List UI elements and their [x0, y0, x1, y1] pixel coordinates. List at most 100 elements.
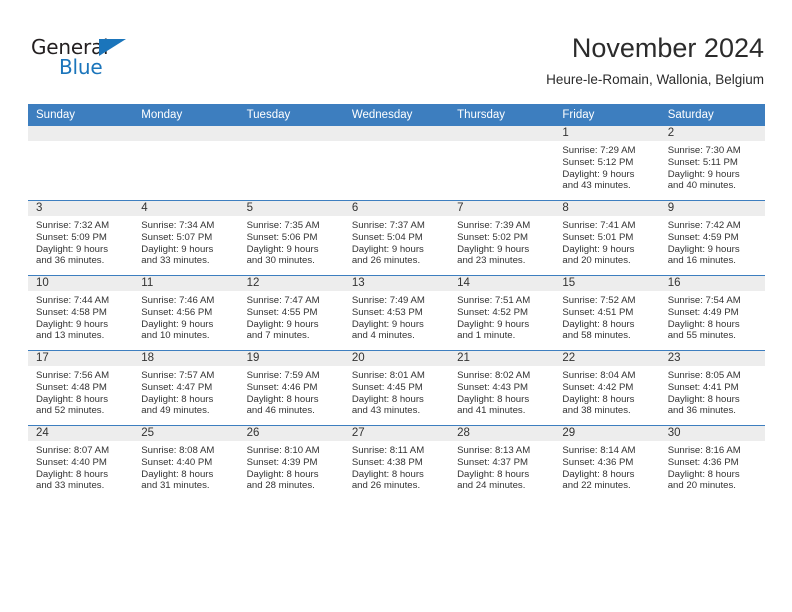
- sunset-text: Sunset: 4:56 PM: [141, 306, 213, 318]
- daylight-text-line2: and 24 minutes.: [457, 480, 526, 492]
- day-details: Sunrise: 7:41 AM Sunset: 5:01 PM Daylight:…: [554, 216, 659, 267]
- sunset-text: Sunset: 5:02 PM: [457, 231, 529, 243]
- day-number: 19: [238, 351, 344, 366]
- daylight-text-line1: Daylight: 9 hours: [141, 318, 214, 330]
- daylight-text-line2: and 26 minutes.: [351, 480, 421, 492]
- daylight-text-line2: and 13 minutes.: [36, 330, 105, 342]
- sunrise-text: Sunrise: 8:16 AM: [667, 445, 741, 456]
- calendar-day-cell[interactable]: 24 Sunrise: 8:07 AM Sunset: 4:40 PM Dayligh…: [28, 425, 134, 500]
- calendar-day-cell[interactable]: 23 Sunrise: 8:05 AM Sunset: 4:41 PM Dayligh…: [659, 350, 765, 426]
- daylight-text-line1: Daylight: 8 hours: [141, 468, 214, 480]
- calendar-day-cell[interactable]: 30 Sunrise: 8:16 AM Sunset: 4:36 PM Dayligh…: [659, 425, 765, 500]
- calendar-day-cell[interactable]: 17 Sunrise: 7:56 AM Sunset: 4:48 PM Dayligh…: [28, 350, 134, 426]
- sunset-text: Sunset: 4:51 PM: [562, 306, 634, 318]
- calendar-day-cell[interactable]: 9 Sunrise: 7:42 AM Sunset: 4:59 PM Daylight…: [659, 200, 765, 276]
- calendar-day-cell[interactable]: 2 Sunrise: 7:30 AM Sunset: 5:11 PM Daylight…: [659, 126, 765, 201]
- sunset-text: Sunset: 4:39 PM: [246, 456, 318, 468]
- daylight-text-line2: and 55 minutes.: [667, 330, 736, 342]
- calendar-day-cell[interactable]: 6 Sunrise: 7:37 AM Sunset: 5:04 PM Daylight…: [343, 200, 450, 276]
- sunset-text: Sunset: 5:11 PM: [667, 156, 738, 168]
- daylight-text-line1: Daylight: 8 hours: [36, 393, 108, 405]
- sunset-text: Sunset: 4:36 PM: [667, 456, 739, 468]
- daylight-text-line2: and 43 minutes.: [562, 180, 631, 192]
- day-details: Sunrise: 7:42 AM Sunset: 4:59 PM Daylight:…: [660, 216, 765, 267]
- day-number: 1: [554, 126, 660, 141]
- calendar-day-cell[interactable]: 21 Sunrise: 8:02 AM Sunset: 4:43 PM Dayligh…: [449, 350, 555, 426]
- calendar-day-cell[interactable]: 11 Sunrise: 7:46 AM Sunset: 4:56 PM Dayligh…: [133, 275, 239, 351]
- calendar-day-cell[interactable]: 26 Sunrise: 8:10 AM Sunset: 4:39 PM Dayligh…: [238, 425, 344, 500]
- daylight-text-line1: Daylight: 8 hours: [246, 468, 319, 480]
- calendar-day-cell[interactable]: 4 Sunrise: 7:34 AM Sunset: 5:07 PM Daylight…: [133, 200, 239, 276]
- calendar-day-cell[interactable]: 13 Sunrise: 7:49 AM Sunset: 4:53 PM Dayligh…: [343, 275, 450, 351]
- day-details: Sunrise: 7:56 AM Sunset: 4:48 PM Daylight:…: [28, 366, 133, 417]
- day-details: Sunrise: 7:52 AM Sunset: 4:51 PM Daylight:…: [554, 291, 659, 342]
- daylight-text-line1: Daylight: 8 hours: [562, 393, 635, 405]
- title-block: November 2024 Heure-le-Romain, Wallonia,…: [546, 32, 764, 88]
- day-number: 10: [28, 276, 134, 291]
- calendar-day-cell[interactable]: 29 Sunrise: 8:14 AM Sunset: 4:36 PM Dayligh…: [554, 425, 660, 500]
- day-number: 5: [238, 201, 344, 216]
- page-header: General Blue November 2024 Heure-le-Roma…: [0, 0, 792, 100]
- calendar-day-cell[interactable]: 18 Sunrise: 7:57 AM Sunset: 4:47 PM Dayligh…: [133, 350, 239, 426]
- sunset-text: Sunset: 4:53 PM: [351, 306, 423, 318]
- daylight-text-line2: and 4 minutes.: [351, 330, 415, 342]
- calendar-grid: Sunday Monday Tuesday Wednesday Thursday…: [28, 104, 765, 500]
- daylight-text-line1: Daylight: 8 hours: [246, 393, 319, 405]
- day-number: 21: [449, 351, 555, 366]
- day-details: Sunrise: 8:16 AM Sunset: 4:36 PM Daylight:…: [660, 441, 765, 492]
- sunrise-text: Sunrise: 7:44 AM: [36, 295, 110, 306]
- weekday-header-sunday: Sunday: [28, 104, 134, 126]
- daylight-text-line1: Daylight: 9 hours: [141, 243, 214, 255]
- day-details: Sunrise: 7:37 AM Sunset: 5:04 PM Daylight:…: [344, 216, 449, 267]
- logo-text-blue: Blue: [59, 55, 103, 79]
- calendar-day-cell[interactable]: 7 Sunrise: 7:39 AM Sunset: 5:02 PM Daylight…: [449, 200, 555, 276]
- daylight-text-line2: and 20 minutes.: [562, 255, 631, 267]
- daylight-text-line2: and 10 minutes.: [141, 330, 210, 342]
- calendar-day-cell[interactable]: 10 Sunrise: 7:44 AM Sunset: 4:58 PM Dayligh…: [28, 275, 134, 351]
- daylight-text-line1: Daylight: 8 hours: [562, 318, 635, 330]
- calendar-day-cell[interactable]: 5 Sunrise: 7:35 AM Sunset: 5:06 PM Daylight…: [238, 200, 344, 276]
- calendar-day-cell[interactable]: 28 Sunrise: 8:13 AM Sunset: 4:37 PM Dayligh…: [449, 425, 555, 500]
- calendar-day-cell[interactable]: 20 Sunrise: 8:01 AM Sunset: 4:45 PM Dayligh…: [343, 350, 450, 426]
- sunrise-text: Sunrise: 8:14 AM: [562, 445, 636, 456]
- day-number: [133, 126, 239, 141]
- calendar-day-cell[interactable]: 22 Sunrise: 8:04 AM Sunset: 4:42 PM Dayligh…: [554, 350, 660, 426]
- calendar-day-cell[interactable]: 19 Sunrise: 7:59 AM Sunset: 4:46 PM Dayligh…: [238, 350, 344, 426]
- day-number: 2: [659, 126, 765, 141]
- daylight-text-line2: and 36 minutes.: [667, 405, 736, 417]
- sunset-text: Sunset: 4:46 PM: [246, 381, 318, 393]
- day-number: 29: [554, 426, 660, 441]
- calendar-day-cell[interactable]: 15 Sunrise: 7:52 AM Sunset: 4:51 PM Dayligh…: [554, 275, 660, 351]
- calendar-day-cell[interactable]: 12 Sunrise: 7:47 AM Sunset: 4:55 PM Dayligh…: [238, 275, 344, 351]
- generalblue-logo[interactable]: General Blue: [31, 36, 151, 82]
- calendar-day-cell[interactable]: 14 Sunrise: 7:51 AM Sunset: 4:52 PM Dayligh…: [449, 275, 555, 351]
- weekday-header-tuesday: Tuesday: [238, 104, 344, 126]
- sunrise-text: Sunrise: 7:39 AM: [457, 220, 531, 231]
- daylight-text-line1: Daylight: 9 hours: [667, 243, 740, 255]
- daylight-text-line1: Daylight: 8 hours: [351, 468, 424, 480]
- daylight-text-line2: and 41 minutes.: [457, 405, 526, 417]
- calendar-day-cell[interactable]: 1 Sunrise: 7:29 AM Sunset: 5:12 PM Daylight…: [554, 126, 660, 201]
- sunrise-text: Sunrise: 8:05 AM: [667, 370, 741, 381]
- sunset-text: Sunset: 4:58 PM: [36, 306, 107, 318]
- daylight-text-line2: and 49 minutes.: [141, 405, 210, 417]
- day-number: 9: [659, 201, 765, 216]
- sunrise-text: Sunrise: 7:52 AM: [562, 295, 636, 306]
- day-number: 17: [28, 351, 134, 366]
- sunrise-text: Sunrise: 8:01 AM: [351, 370, 425, 381]
- calendar-day-cell[interactable]: 27 Sunrise: 8:11 AM Sunset: 4:38 PM Dayligh…: [343, 425, 450, 500]
- calendar-day-cell[interactable]: 3 Sunrise: 7:32 AM Sunset: 5:09 PM Daylight…: [28, 200, 134, 276]
- calendar-day-cell[interactable]: 16 Sunrise: 7:54 AM Sunset: 4:49 PM Dayligh…: [659, 275, 765, 351]
- daylight-text-line1: Daylight: 8 hours: [457, 468, 530, 480]
- calendar-day-cell[interactable]: 8 Sunrise: 7:41 AM Sunset: 5:01 PM Daylight…: [554, 200, 660, 276]
- sunrise-text: Sunrise: 7:37 AM: [351, 220, 425, 231]
- calendar-cell-empty: [343, 126, 450, 201]
- day-details: Sunrise: 8:01 AM Sunset: 4:45 PM Daylight:…: [344, 366, 449, 417]
- daylight-text-line1: Daylight: 8 hours: [667, 318, 740, 330]
- calendar-day-cell[interactable]: 25 Sunrise: 8:08 AM Sunset: 4:40 PM Dayligh…: [133, 425, 239, 500]
- day-number: 6: [343, 201, 450, 216]
- day-details: Sunrise: 8:11 AM Sunset: 4:38 PM Daylight:…: [344, 441, 449, 492]
- daylight-text-line1: Daylight: 8 hours: [562, 468, 635, 480]
- daylight-text-line1: Daylight: 8 hours: [351, 393, 424, 405]
- weekday-header-monday: Monday: [133, 104, 239, 126]
